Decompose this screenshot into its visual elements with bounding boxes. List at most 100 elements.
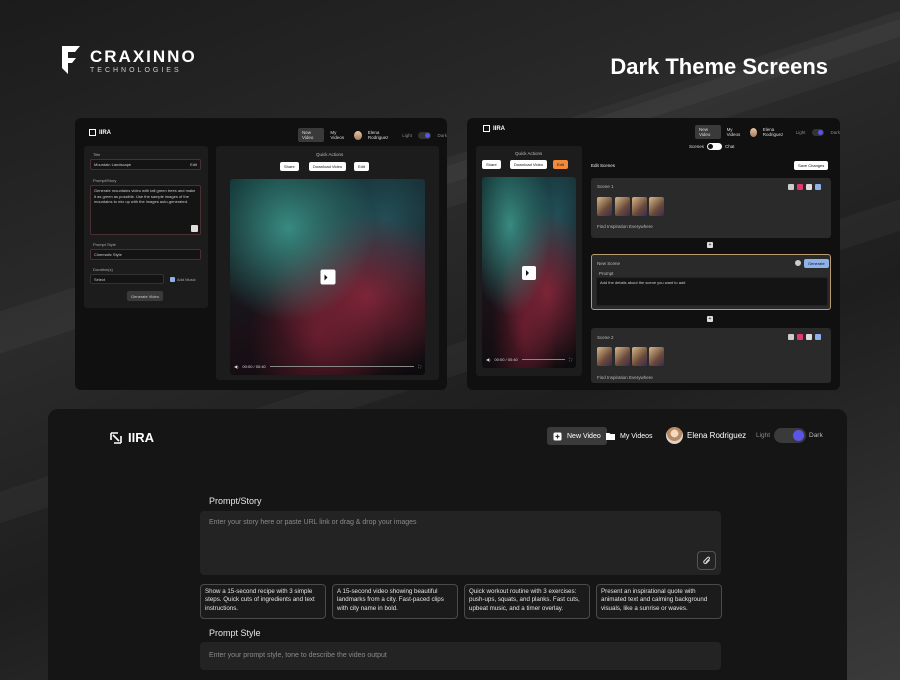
theme-toggle[interactable] [811,128,825,136]
theme-dark-label: Dark [830,129,840,135]
suggestion-chip[interactable]: Quick workout routine with 3 exercises: … [464,584,590,619]
scenes-label: Scenes [689,144,705,149]
my-videos-link[interactable]: My Videos [606,427,653,445]
fullscreen-icon[interactable]: ⛶ [569,357,572,362]
avatar[interactable] [354,130,362,140]
suggestion-chip[interactable]: Show a 15-second recipe with 3 simple st… [200,584,326,619]
mini-app-logo: IIRA [483,125,505,132]
scene-thumbnail[interactable] [632,197,647,216]
theme-toggle[interactable] [417,131,432,139]
scene-prompt-field[interactable]: Add the details about the scene you want… [596,277,828,306]
download-video-button[interactable]: Download Video [510,160,548,169]
mini-app-logo: IIRA [89,129,111,136]
attach-icon [702,556,710,564]
duration-label: Duration(s) [93,267,113,272]
theme-light-label: Light [756,432,771,439]
new-video-button[interactable]: New Video [547,427,607,445]
video-time: 00:00 / 00:40 [242,364,266,369]
edit-video-button[interactable]: Edit [553,160,568,169]
progress-track[interactable] [521,359,566,360]
company-brand: CRAXINNO TECHNOLOGIES [60,44,197,76]
company-subtitle: TECHNOLOGIES [90,66,182,74]
image-icon[interactable] [806,334,812,340]
play-icon[interactable] [522,265,536,280]
suggestion-chip[interactable]: A 15-second video showing beautiful land… [332,584,458,619]
edit-button[interactable]: Edit [190,162,197,167]
app-logo-icon [89,129,96,136]
scene-caption: Find Inspiration Everywhere [597,375,653,380]
new-video-button[interactable]: New Video [695,125,721,139]
app-logo-icon [483,125,490,132]
app-logo[interactable]: IIRA [110,430,154,445]
share-button[interactable]: Share [280,162,299,171]
scene-thumbnail[interactable] [615,347,630,366]
theme-toggle[interactable] [774,428,806,443]
duration-select[interactable]: Select [90,274,164,284]
theme-light-label: Light [402,132,412,138]
style-label: Prompt Style [93,242,116,247]
share-button[interactable]: Share [482,160,501,169]
scene-caption: Find Inspiration Everywhere [597,224,653,229]
edit-icon[interactable] [815,334,821,340]
video-time: 00:00 / 00:40 [494,357,518,362]
progress-track[interactable] [269,366,415,367]
style-placeholder: Enter your prompt style, tone to describ… [209,652,387,659]
scene-thumbnail[interactable] [597,197,612,216]
mini-nav: New Video My Videos Elena Rodriguez Ligh… [695,125,840,139]
attach-button[interactable] [697,551,716,570]
title-field[interactable]: Mountain Landscape Edit [90,159,201,170]
copy-icon[interactable] [788,334,794,340]
my-videos-link[interactable]: My Videos [727,127,744,137]
scenes-chat-toggle[interactable] [707,143,723,150]
my-videos-link[interactable]: My Videos [330,130,348,140]
fullscreen-icon[interactable]: ⛶ [418,364,421,369]
generate-scene-button[interactable]: Generate [804,259,829,268]
scene-card-1[interactable]: Scene 1 Find Inspiration Everywhere [591,178,831,238]
new-video-icon [553,432,562,440]
add-music-checkbox[interactable]: Add Music [170,277,196,282]
volume-icon[interactable]: ◀) [234,364,238,369]
video-player[interactable]: ◀) 00:00 / 00:40 ⛶ [482,177,576,368]
avatar[interactable] [666,427,683,444]
prompt-story-input[interactable]: Enter your story here or paste URL link … [200,511,721,575]
form-column: Title Mountain Landscape Edit Prompt/Sto… [84,146,208,308]
theme-dark-label: Dark [809,432,823,439]
settings-icon[interactable] [795,260,801,266]
delete-icon[interactable] [797,334,803,340]
generate-video-button[interactable]: Generate Video [127,291,163,301]
suggestion-chip[interactable]: Present an inspirational quote with anim… [596,584,722,619]
new-video-button[interactable]: New Video [298,128,325,142]
scene-thumbnail[interactable] [615,197,630,216]
delete-icon[interactable] [797,184,803,190]
play-icon[interactable] [320,269,335,285]
scene-card-2[interactable]: Scene 2 Find Inspiration Everywhere [591,328,831,383]
style-field[interactable]: Cinematic Style [90,249,201,260]
add-scene-button[interactable]: + [707,316,713,322]
theme-dark-label: Dark [437,132,447,138]
save-changes-button[interactable]: Save Changes [794,161,829,170]
copy-icon[interactable] [788,184,794,190]
edit-video-button[interactable]: Edit [354,162,369,171]
scene-thumbnail[interactable] [597,347,612,366]
new-scene-card[interactable]: New Scene Generate Prompt Add the detail… [591,254,831,310]
scene-thumbnail[interactable] [649,197,664,216]
download-video-button[interactable]: Download Video [309,162,347,171]
prompt-style-title: Prompt Style [209,628,261,638]
add-scene-button[interactable]: + [707,242,713,248]
scene-thumbnail[interactable] [632,347,647,366]
user-name: Elena Rodriguez [687,431,747,440]
video-player[interactable]: ◀) 00:00 / 00:40 ⛶ [230,179,425,375]
image-icon[interactable] [806,184,812,190]
avatar[interactable] [749,127,757,137]
prompt-field[interactable]: Generate mountains video with tall green… [90,185,201,235]
scene-thumbnail[interactable] [649,347,664,366]
edit-icon[interactable] [815,184,821,190]
prompt-style-input[interactable]: Enter your prompt style, tone to describ… [200,642,721,670]
video-controls: ◀) 00:00 / 00:40 ⛶ [234,364,421,369]
scenes-chat-switch[interactable]: Scenes Chat [689,143,735,150]
screen-preview-scenes: IIRA New Video My Videos Elena Rodriguez… [467,118,840,390]
attach-icon[interactable] [191,225,198,232]
volume-icon[interactable]: ◀) [486,357,490,362]
my-videos-label: My Videos [620,432,653,440]
scene-title: New Scene [597,261,621,266]
